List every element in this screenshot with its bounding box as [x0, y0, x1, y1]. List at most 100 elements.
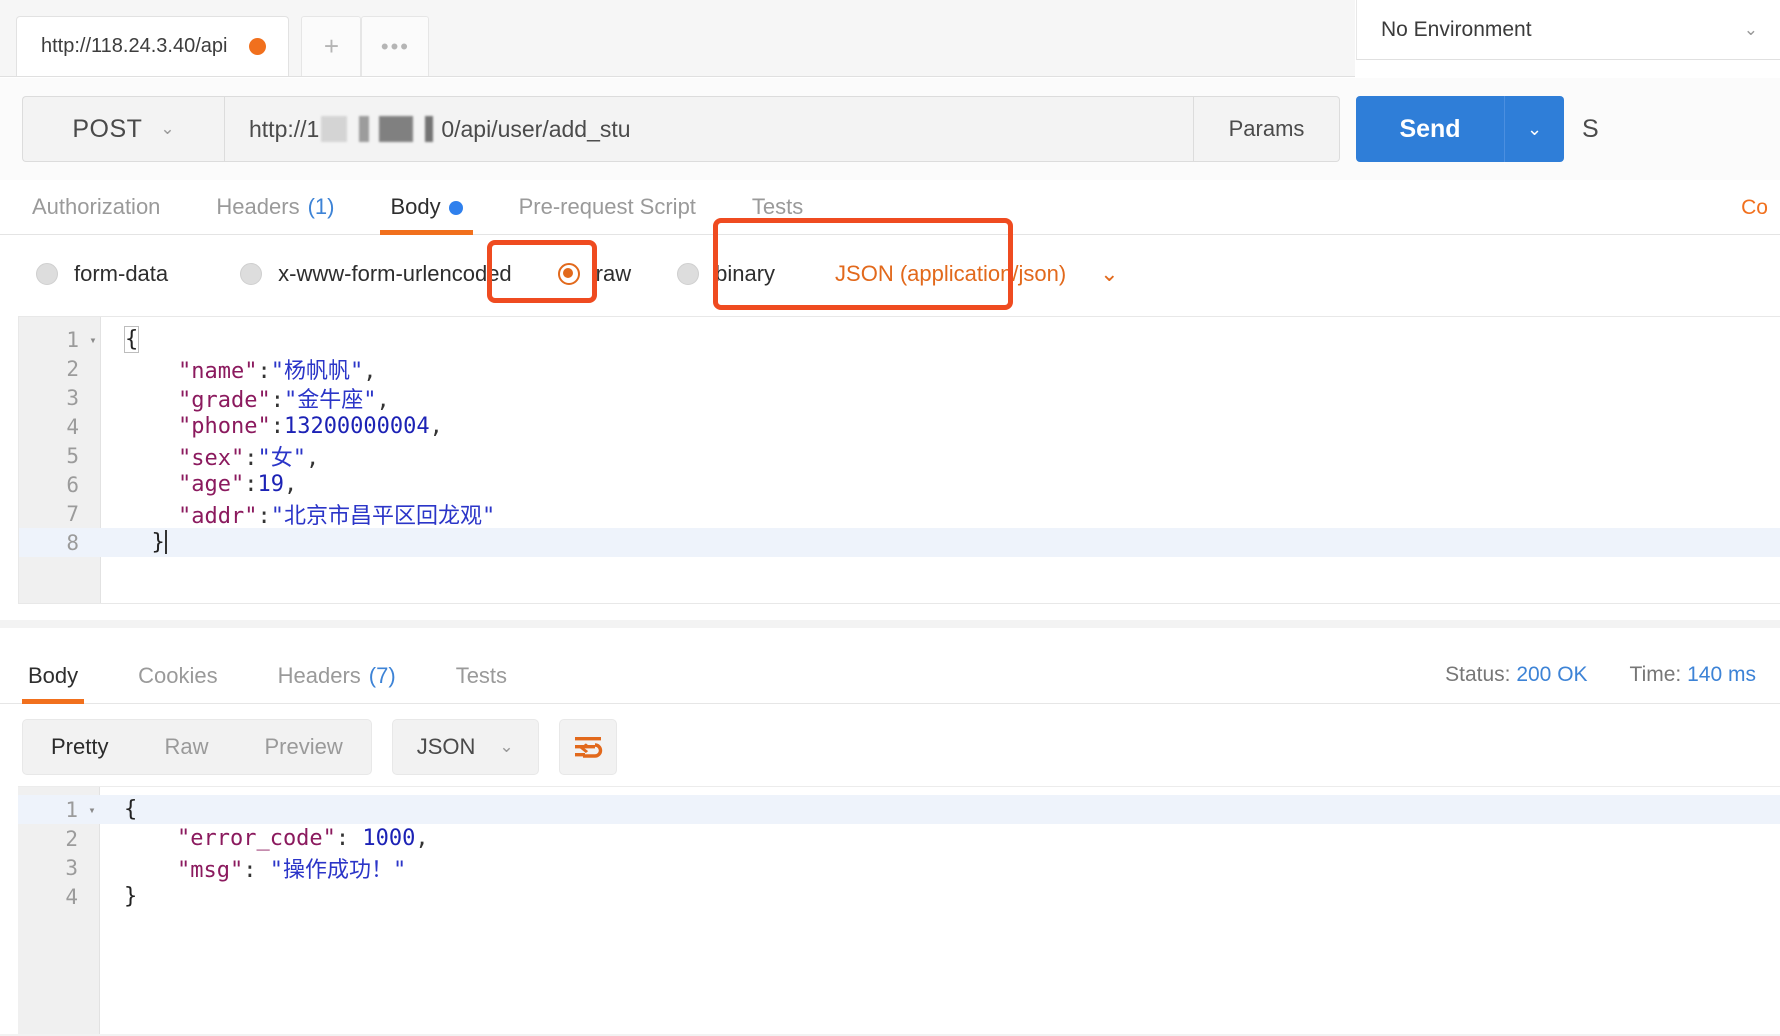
line-number: 3: [66, 385, 79, 410]
code-text: "error_code": 1000,: [124, 826, 429, 851]
params-button[interactable]: Params: [1194, 96, 1340, 162]
tab-strip: http://118.24.3.40/api + •••: [0, 0, 1355, 77]
code-text: "phone":13200000004,: [125, 414, 443, 439]
body-type-label: form-data: [74, 261, 169, 286]
line-number: 2: [66, 356, 79, 381]
line-number: 4: [65, 884, 78, 909]
url-input[interactable]: http://1 0/api/user/add_stu: [224, 96, 1194, 162]
body-type-label: binary: [715, 261, 776, 286]
response-tab-headers[interactable]: Headers (7): [272, 627, 402, 703]
tab-label: Cookies: [138, 663, 218, 688]
chevron-down-icon: ⌄: [1743, 19, 1758, 39]
body-modified-dot-icon: [448, 201, 463, 215]
send-button[interactable]: Send: [1356, 96, 1504, 162]
tab-pre-request-script[interactable]: Pre-request Script: [509, 179, 706, 234]
send-options-button[interactable]: ⌄: [1504, 96, 1564, 162]
body-type-label: x-www-form-urlencoded: [278, 261, 512, 286]
code-line: 4}: [18, 882, 1780, 911]
tab-authorization[interactable]: Authorization: [22, 179, 170, 234]
line-number: 1: [66, 327, 79, 352]
line-number: 8: [66, 530, 79, 555]
code-text: {: [123, 326, 140, 353]
fold-toggle-icon[interactable]: ▾: [84, 803, 100, 817]
method-select[interactable]: POST ⌄: [22, 96, 224, 162]
send-label: Send: [1399, 114, 1461, 143]
chevron-down-icon: ⌄: [499, 737, 514, 756]
code-line: 8 }: [19, 528, 1780, 557]
request-code-lines: 1 ▾ {2 "name":"杨帆帆", 3 "grade":"金牛座", 4 "pho…: [19, 325, 1780, 557]
code-text: {: [124, 797, 138, 822]
body-type-form-data[interactable]: form-data: [36, 261, 168, 287]
text-cursor: [164, 530, 167, 554]
line-number: 5: [66, 443, 79, 468]
view-mode-pretty[interactable]: Pretty: [23, 720, 136, 774]
response-tab-cookies[interactable]: Cookies: [132, 627, 223, 703]
response-meta: Status: 200 OK Time: 140 ms: [1445, 663, 1756, 687]
radio-icon: [240, 263, 263, 285]
response-tab-tests[interactable]: Tests: [450, 627, 513, 703]
tab-label: Authorization: [32, 194, 161, 219]
word-wrap-button[interactable]: [558, 719, 617, 775]
new-tab-button[interactable]: +: [301, 16, 362, 76]
code-text: "sex":"女",: [125, 445, 320, 471]
ellipsis-icon: •••: [380, 33, 410, 59]
body-type-row: form-data x-www-form-urlencoded raw bina…: [0, 236, 1780, 312]
body-type-binary[interactable]: binary: [677, 261, 775, 287]
postman-window: http://118.24.3.40/api + ••• No Environm…: [0, 0, 1780, 1036]
code-line: 6 "age":19,: [19, 470, 1780, 499]
params-label: Params: [1228, 116, 1305, 141]
code-line: 5 "sex":"女",: [19, 441, 1780, 471]
chevron-down-icon: ⌄: [160, 119, 175, 138]
cookies-link[interactable]: Co: [1741, 196, 1768, 220]
line-number: 7: [66, 501, 79, 526]
code-line: 7 "addr":"北京市昌平区回龙观": [19, 499, 1780, 529]
response-tab-body[interactable]: Body: [22, 627, 85, 704]
fold-toggle-icon[interactable]: ▾: [85, 333, 101, 347]
request-tab[interactable]: http://118.24.3.40/api: [16, 16, 290, 76]
tab-label: Body: [390, 194, 441, 219]
environment-label: No Environment: [1381, 17, 1532, 41]
save-button[interactable]: S: [1582, 115, 1599, 144]
plus-icon: +: [323, 31, 340, 61]
save-label: S: [1582, 114, 1599, 143]
view-mode-preview[interactable]: Preview: [236, 720, 370, 774]
response-body-editor[interactable]: 1 ▾{2 "error_code": 1000, 3 "msg": "操作成功！"…: [18, 786, 1780, 1036]
word-wrap-icon: [574, 737, 602, 758]
content-type-label: JSON (application/json): [835, 261, 1067, 286]
more-tabs-button[interactable]: •••: [361, 16, 430, 76]
code-text: "msg": "操作成功！": [124, 857, 407, 883]
response-format-select[interactable]: JSON ⌄: [391, 719, 539, 775]
cookies-link-label: Co: [1741, 196, 1768, 219]
send-group: Send ⌄: [1356, 96, 1564, 162]
line-number: 3: [65, 855, 78, 880]
body-type-urlencoded[interactable]: x-www-form-urlencoded: [240, 261, 512, 287]
request-tabs: Authorization Headers (1) Body Pre-reque…: [0, 180, 1780, 235]
response-view-toolbar: Pretty Raw Preview JSON ⌄: [0, 706, 1780, 788]
tab-label: Tests: [455, 663, 508, 688]
tab-tests[interactable]: Tests: [742, 179, 813, 234]
code-text: }: [124, 884, 138, 909]
tab-label: Tests: [751, 194, 804, 219]
body-type-raw[interactable]: raw: [557, 261, 631, 287]
unsaved-dot-icon: [249, 38, 267, 55]
code-text: "grade":"金牛座",: [125, 387, 390, 413]
status-value: 200 OK: [1516, 663, 1588, 686]
line-number: 4: [66, 414, 79, 439]
redacted-url-region: [321, 116, 440, 142]
response-code-lines: 1 ▾{2 "error_code": 1000, 3 "msg": "操作成功！"…: [18, 795, 1780, 911]
request-body-editor[interactable]: 1 ▾ {2 "name":"杨帆帆", 3 "grade":"金牛座", 4 "pho…: [18, 316, 1780, 604]
view-mode-raw[interactable]: Raw: [136, 720, 236, 774]
time-badge: Time: 140 ms: [1630, 663, 1756, 687]
tab-headers[interactable]: Headers (1): [206, 179, 344, 234]
code-line: 1 ▾ {: [19, 325, 1780, 354]
tab-body[interactable]: Body: [380, 179, 473, 235]
code-line: 3 "msg": "操作成功！": [18, 853, 1780, 883]
content-type-select[interactable]: JSON (application/json) ⌄: [835, 261, 1119, 287]
url-prefix: http://1: [249, 115, 320, 142]
request-tab-label: http://118.24.3.40/api: [41, 35, 228, 57]
url-suffix: 0/api/user/add_stu: [441, 115, 631, 142]
code-text: "name":"杨帆帆",: [125, 358, 377, 384]
chevron-down-icon: ⌄: [1100, 261, 1119, 286]
status-label: Status:: [1445, 663, 1511, 686]
environment-selector[interactable]: No Environment ⌄: [1356, 0, 1780, 60]
